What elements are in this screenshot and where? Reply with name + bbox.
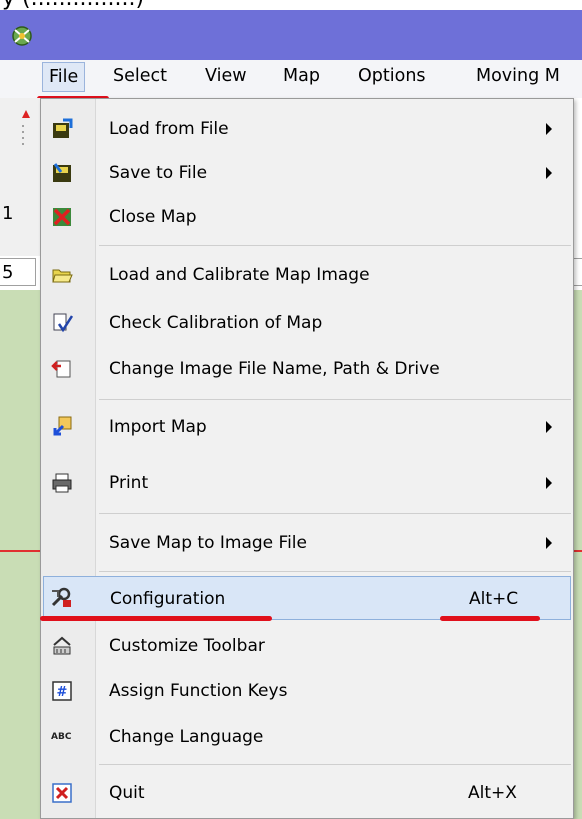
- menu-item-customize-toolbar[interactable]: Customize Toolbar: [43, 624, 571, 668]
- scale-input[interactable]: 5: [0, 258, 36, 286]
- menu-separator: [99, 571, 571, 572]
- printer-icon: [52, 473, 72, 493]
- menu-item-save-to-file[interactable]: Save to File: [43, 151, 571, 195]
- map-track-line: [0, 550, 40, 552]
- function-keys-icon: #: [52, 681, 72, 701]
- menu-item-label: Save Map to Image File: [109, 533, 307, 553]
- menu-item-change-language[interactable]: ABC Change Language: [43, 715, 571, 759]
- customize-toolbar-icon: [53, 636, 71, 655]
- menu-item-change-image-path[interactable]: Change Image File Name, Path & Drive: [43, 347, 571, 391]
- menu-file[interactable]: File: [42, 62, 86, 92]
- menu-item-label: Change Language: [109, 727, 264, 747]
- menu-item-shortcut: Alt+C: [469, 589, 519, 609]
- menu-item-close-map[interactable]: Close Map: [43, 195, 571, 239]
- menu-item-print[interactable]: Print: [43, 461, 571, 505]
- menu-item-label: Save to File: [109, 163, 208, 183]
- annotation-underline-configuration: [40, 616, 272, 621]
- toolbar-grip-icon: [22, 110, 30, 145]
- language-icon: ABC: [51, 732, 72, 742]
- file-menu-dropdown: Load from File Save to File Close Map Lo…: [40, 98, 574, 819]
- annotation-underline-shortcut: [440, 616, 540, 621]
- svg-text:#: #: [57, 685, 68, 700]
- menu-item-load-from-file[interactable]: Load from File: [43, 107, 571, 151]
- menu-separator: [99, 399, 571, 400]
- menu-item-label: Configuration: [110, 589, 226, 609]
- menu-item-check-calibration[interactable]: Check Calibration of Map: [43, 301, 571, 345]
- menu-item-label: Assign Function Keys: [109, 681, 288, 701]
- map-track-line-right: [573, 550, 582, 552]
- top-cropped-text: y (...............): [0, 0, 582, 10]
- menu-item-label: Change Image File Name, Path & Drive: [109, 359, 440, 379]
- close-map-icon: [53, 208, 71, 226]
- menu-options[interactable]: Options: [358, 66, 426, 86]
- submenu-arrow-icon: [546, 167, 552, 179]
- menu-item-save-map-image[interactable]: Save Map to Image File: [43, 521, 571, 565]
- menu-item-load-calibrate[interactable]: Load and Calibrate Map Image: [43, 253, 571, 297]
- submenu-arrow-icon: [546, 123, 552, 135]
- menu-item-label: Customize Toolbar: [109, 636, 265, 656]
- menu-select[interactable]: Select: [113, 66, 167, 86]
- menu-bar: File Select View Map Options Moving M: [0, 60, 582, 98]
- menu-item-label: Check Calibration of Map: [109, 313, 323, 333]
- side-ruler-digit: 1: [2, 203, 14, 224]
- submenu-arrow-icon: [546, 477, 552, 489]
- menu-item-label: Import Map: [109, 417, 207, 437]
- menu-moving-map[interactable]: Moving M: [476, 66, 560, 86]
- change-path-icon: [51, 360, 71, 378]
- menu-view[interactable]: View: [205, 66, 247, 86]
- menu-map[interactable]: Map: [283, 66, 320, 86]
- quit-icon: [52, 783, 72, 803]
- menu-item-shortcut: Alt+X: [468, 783, 517, 803]
- menu-item-configuration[interactable]: Configuration Alt+C: [43, 576, 571, 620]
- check-calibration-icon: [53, 313, 73, 333]
- import-map-icon: [53, 416, 72, 436]
- load-file-icon: [53, 118, 73, 138]
- menu-separator: [99, 764, 571, 765]
- menu-item-label: Close Map: [109, 207, 197, 227]
- menu-item-label: Print: [109, 473, 149, 493]
- menu-item-label: Quit: [109, 783, 145, 803]
- menu-item-function-keys[interactable]: # Assign Function Keys: [43, 669, 571, 713]
- save-file-icon: [53, 163, 71, 182]
- configuration-icon: [51, 587, 71, 607]
- submenu-arrow-icon: [546, 537, 552, 549]
- app-logo-icon: [12, 26, 32, 46]
- left-toolbar: [0, 98, 40, 256]
- menu-item-label: Load from File: [109, 119, 229, 139]
- submenu-arrow-icon: [546, 421, 552, 433]
- map-canvas-right[interactable]: [573, 290, 582, 819]
- open-folder-icon: [52, 269, 73, 283]
- map-canvas[interactable]: [0, 290, 40, 819]
- menu-item-import-map[interactable]: Import Map: [43, 405, 571, 449]
- menu-item-label: Load and Calibrate Map Image: [109, 265, 370, 285]
- menu-separator: [99, 513, 571, 514]
- right-input[interactable]: [573, 258, 582, 286]
- menu-separator: [99, 245, 571, 246]
- title-bar: [0, 10, 582, 60]
- menu-item-quit[interactable]: Quit Alt+X: [43, 771, 571, 815]
